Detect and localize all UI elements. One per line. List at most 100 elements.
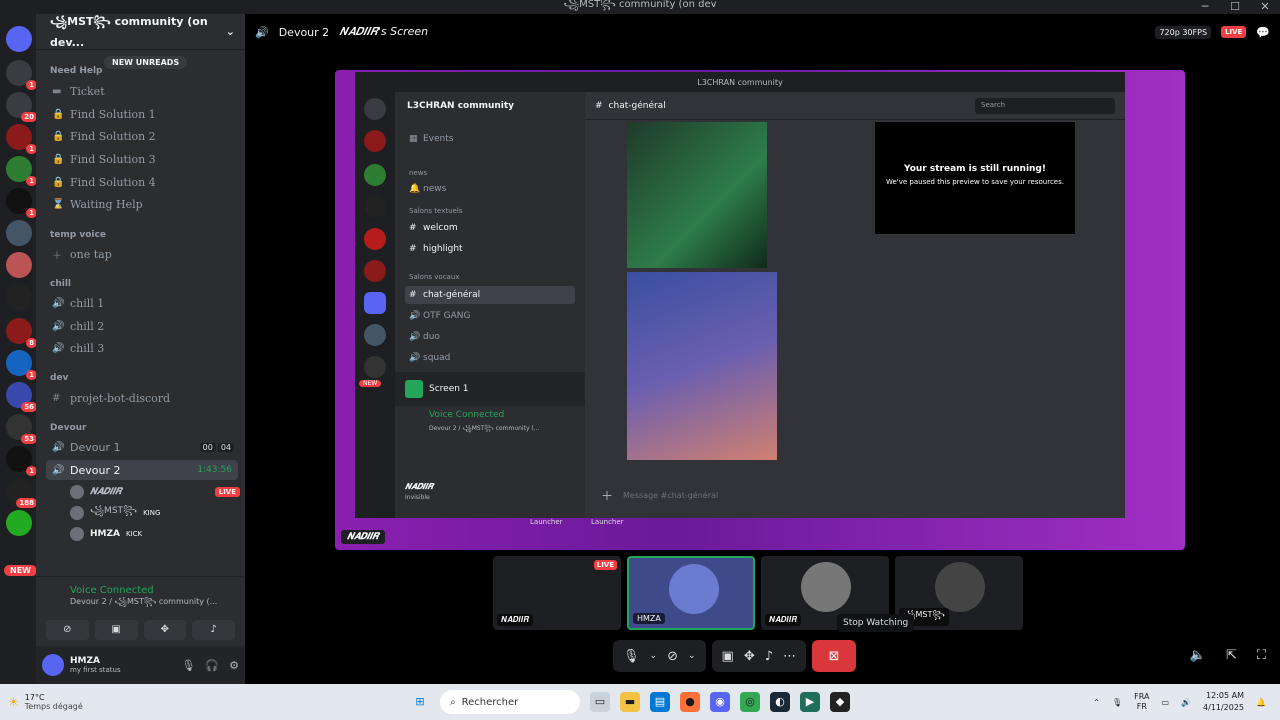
plus-icon: ＋ [52,250,62,262]
channel-one-tap[interactable]: ＋ one tap [46,244,238,264]
microphone-icon[interactable]: 🎙 [623,649,640,664]
server-icon[interactable]: 1 [6,350,37,380]
channel-devour-2[interactable]: 🔊 Devour 2 1:43:56 [46,460,238,480]
minimize-icon[interactable]: ─ [1190,0,1220,13]
activities-icon[interactable]: ✥ [744,649,755,664]
channel-waiting-help[interactable]: ⌛ Waiting Help [46,194,238,214]
channel-chill-1[interactable]: 🔊 chill 1 [46,293,238,313]
chrome-icon[interactable]: ◎ [740,692,760,712]
microphone-icon[interactable]: 🎙 [1112,698,1122,707]
activities-icon[interactable]: ✥ [143,620,187,640]
label: Screen 1 [429,384,469,394]
notification-icon[interactable]: 🔔 [1256,698,1266,707]
server-icon[interactable] [6,220,32,246]
server-icon[interactable]: 56 [6,382,37,412]
new-badge[interactable]: NEW [4,565,37,576]
category-devour[interactable]: Devour [50,423,86,433]
language-indicator[interactable]: FRA FR [1134,692,1149,712]
live-badge: LIVE [593,560,617,570]
participant-tile[interactable]: LIVE 𝑵𝑨𝑫𝑰𝑰𝑹 [493,556,621,630]
image-attachment [627,272,777,460]
avatar [935,562,985,612]
avatar[interactable] [42,654,64,676]
channel-projet-bot-discord[interactable]: # projet-bot-discord [46,388,238,408]
server-icon[interactable] [6,510,32,536]
voice-location[interactable]: Devour 2 / ꧁MST꧂ community (... [70,596,235,612]
stop-watching-button[interactable]: ⊠ [812,640,857,672]
voice-user[interactable]: ꧁MST꧂ KING [70,504,240,522]
chevron-down-icon[interactable]: ⌄ [688,651,696,661]
server-icon[interactable]: 188 [6,478,37,508]
clock[interactable]: 12:05 AM 4/11/2025 [1203,690,1244,714]
search-icon: ⌕ [450,696,456,708]
gear-icon[interactable]: ⚙ [229,659,239,672]
store-icon[interactable]: ▤ [650,692,670,712]
terminal-icon[interactable]: ▶ [800,692,820,712]
voice-user[interactable]: 𝑵𝑨𝑫𝑰𝑰𝑹 LIVE [70,483,240,501]
steam-icon[interactable]: ◐ [770,692,790,712]
volume-icon[interactable]: 🔈 [1190,648,1206,663]
channel-ticket[interactable]: ▬ Ticket [46,81,238,101]
discord-icon[interactable]: ◉ [710,692,730,712]
close-icon[interactable]: ✕ [1250,0,1280,13]
microphone-icon[interactable]: 🎙 [181,659,195,672]
server-icon[interactable]: 8 [6,318,37,348]
channel-find-solution-3[interactable]: 🔒 Find Solution 3 [46,149,238,169]
user-panel: HMZA my first status 🎙 🎧 ⚙ [36,646,245,684]
category-need-help[interactable]: Need Help [50,66,102,76]
category-temp-voice[interactable]: temp voice [50,230,106,240]
discord-home-icon[interactable] [6,26,32,52]
server-icon[interactable] [6,284,32,310]
maximize-icon[interactable]: ☐ [1220,0,1250,13]
channel-find-solution-2[interactable]: 🔒 Find Solution 2 [46,126,238,146]
windows-start-icon[interactable]: ⊞ [410,692,430,712]
server-icon[interactable]: 1 [6,124,37,154]
channel-label: Devour 2 [70,463,121,477]
server-icon[interactable]: 53 [6,414,37,444]
channel-chill-3[interactable]: 🔊 chill 3 [46,338,238,358]
stage-channel: Devour 2 [278,25,330,39]
server-icon[interactable] [6,252,32,278]
participant-tile[interactable]: ꧁MST꧂ [895,556,1023,630]
firefox-icon[interactable]: ● [680,692,700,712]
channel-chill-2[interactable]: 🔊 chill 2 [46,316,238,336]
guild-header[interactable]: ꧁MST꧂ community (on dev... ⌄ [36,14,245,50]
screen-share-icon[interactable]: ▣ [94,620,138,640]
channel-find-solution-1[interactable]: 🔒 Find Solution 1 [46,104,238,124]
headphones-icon[interactable]: 🎧 [205,659,219,672]
voice-user[interactable]: HMZA KICK [70,525,240,543]
hashtag-icon: # [409,223,417,233]
weather-widget[interactable]: ☀ 17°C Temps dégagé [0,693,90,711]
app-icon[interactable]: ◆ [830,692,850,712]
soundboard-icon[interactable]: ♪ [765,649,773,664]
volume-icon[interactable]: 🔊 [1181,698,1191,707]
stream-video[interactable]: L3CHRAN community NEW L3CHRAN community … [335,70,1185,550]
server-icon[interactable]: 1 [6,156,37,186]
screen-share-icon[interactable]: ▣ [722,649,734,664]
camera-off-icon[interactable]: ⊘ [46,620,89,640]
file-explorer-icon[interactable]: ▬ [620,692,640,712]
category-dev[interactable]: dev [50,373,68,383]
participant-tile[interactable]: HMZA [627,556,755,630]
server-icon[interactable]: 20 [6,92,37,122]
server-icon[interactable]: 1 [6,446,37,476]
more-icon[interactable]: ⋯ [783,649,796,664]
chevron-down-icon[interactable]: ⌄ [650,651,658,661]
server-icon[interactable]: 1 [6,60,37,90]
inner-server-list: NEW [355,92,395,518]
chat-icon[interactable]: 💬 [1256,26,1270,39]
channel-devour-1[interactable]: 🔊 Devour 1 00 04 [46,437,238,457]
camera-off-icon[interactable]: ⊘ [667,649,678,664]
soundboard-icon[interactable]: ♪ [192,620,235,640]
taskbar-search[interactable]: ⌕ Rechercher [440,690,580,714]
popout-icon[interactable]: ⇱ [1226,648,1237,663]
new-unreads-pill[interactable]: NEW UNREADS [104,56,188,69]
server-icon[interactable]: 1 [6,188,37,218]
channel-find-solution-4[interactable]: 🔒 Find Solution 4 [46,172,238,192]
fullscreen-icon[interactable]: ⛶ [1257,648,1266,663]
chevron-up-icon[interactable]: ⌃ [1093,698,1100,707]
category-chill[interactable]: chill [50,279,71,289]
network-icon[interactable]: ▭ [1161,698,1169,707]
task-view-icon[interactable]: ▭ [590,692,610,712]
sun-icon: ☀ [8,695,19,709]
